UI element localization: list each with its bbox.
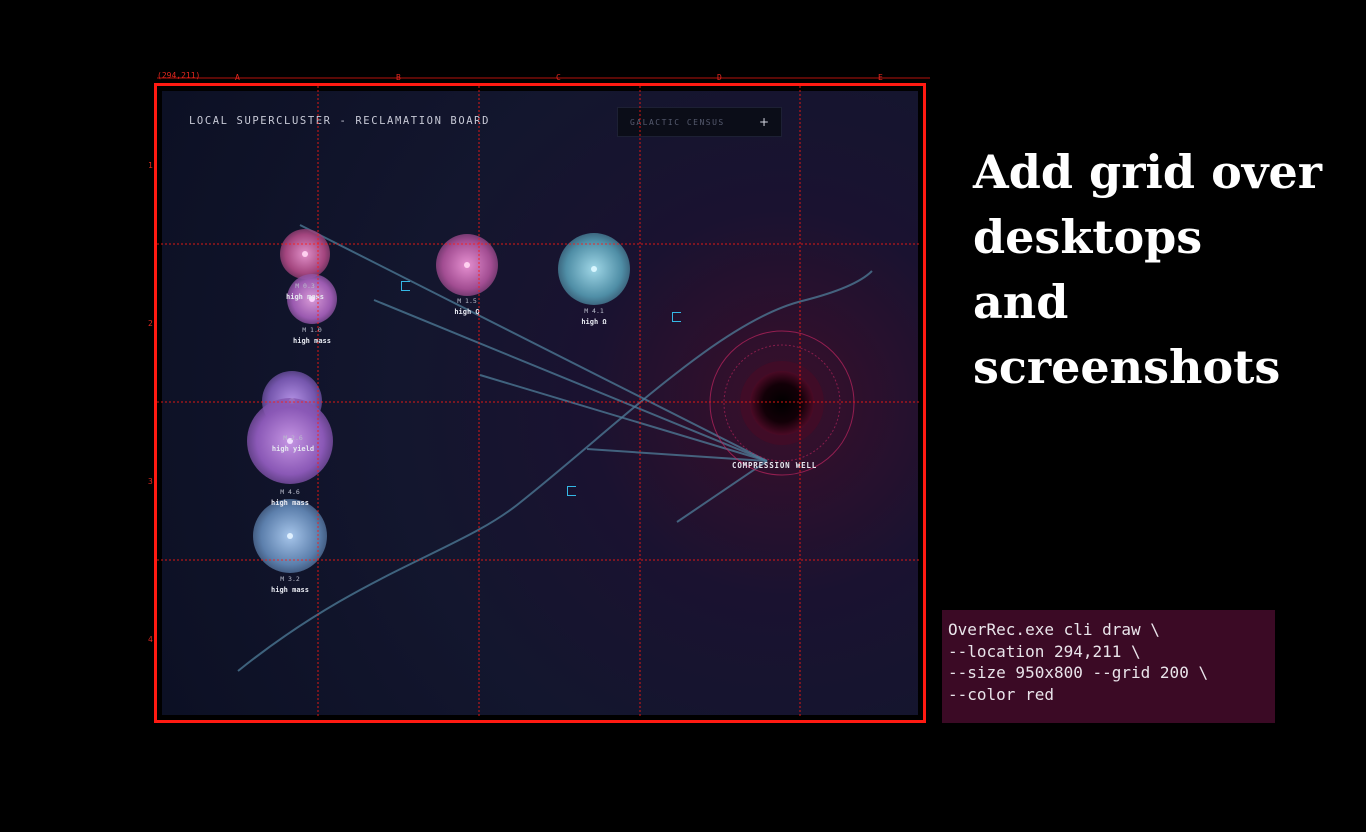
headline-line: and <box>973 275 1069 329</box>
cli-command-box: OverRec.exe cli draw \ --location 294,211… <box>942 610 1275 723</box>
row-label-3: 3 <box>148 477 153 486</box>
headline-line: Add grid over <box>973 145 1322 199</box>
location-readout: (294,211) <box>157 71 201 80</box>
column-label-b: B <box>396 73 401 82</box>
column-label-a: A <box>235 73 240 82</box>
column-label-e: E <box>878 73 883 82</box>
row-label-4: 4 <box>148 635 153 644</box>
overlay-frame <box>154 83 926 723</box>
cli-line: OverRec.exe cli draw \ <box>948 620 1160 639</box>
headline-line: screenshots <box>973 340 1281 394</box>
column-label-d: D <box>717 73 722 82</box>
headline: Add grid over desktops and screenshots <box>973 140 1322 400</box>
cli-line: --size 950x800 --grid 200 \ <box>948 663 1209 682</box>
row-label-1: 1 <box>148 161 153 170</box>
cli-line: --color red <box>948 684 1054 704</box>
headline-line: desktops <box>973 210 1203 264</box>
row-label-2: 2 <box>148 319 153 328</box>
column-label-c: C <box>556 73 561 82</box>
cli-line: --location 294,211 \ <box>948 641 1141 661</box>
